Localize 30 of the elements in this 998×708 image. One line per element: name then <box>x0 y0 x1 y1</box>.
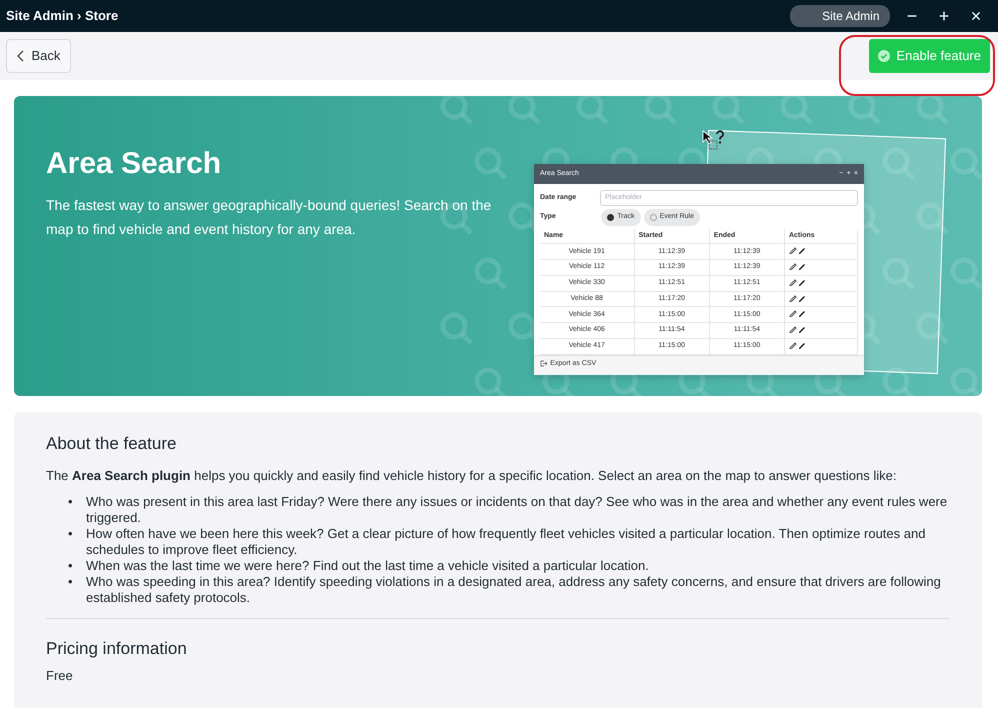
pencil-icons <box>788 247 807 254</box>
hero-description: The fastest way to answer geographically-bound queries! Search on the map to find vehicle and event history for any area. <box>46 196 492 239</box>
export-icon <box>540 360 547 368</box>
pencil-icons <box>788 326 807 334</box>
bullet-item: Who was present in this area last Friday? Were there any issues or incidents on that day? See who was in the area and whether any event rules were triggered. <box>86 494 948 526</box>
section-heading: Pricing information <box>46 638 188 660</box>
pencil-icons <box>788 310 807 318</box>
bullet-item: Who was speeding in this area? Identify speeding violations in a designated area, address any safety concerns, and ensure that drivers are following established safety protocols. <box>86 574 942 606</box>
hero-title: Area Search <box>46 146 222 182</box>
chevron-left-icon <box>17 50 25 62</box>
pencil-icons <box>788 342 807 349</box>
pencil-icons <box>788 278 807 286</box>
close-button[interactable]: × <box>960 7 992 25</box>
bullet-marker: • <box>68 558 74 574</box>
maximize-button[interactable]: + <box>928 7 960 25</box>
intro-paragraph: The Area Search plugin helps you quickly and easily find vehicle history for a specific location. Select an area on the map to answer questions like: <box>46 467 898 486</box>
minimize-button[interactable]: − <box>896 7 928 25</box>
back-button[interactable]: Back <box>6 39 72 73</box>
window-title: Site Admin › Store <box>6 7 118 26</box>
bullet-marker: • <box>68 526 74 543</box>
pencil-icons <box>788 263 807 270</box>
section-heading: About the feature <box>46 434 178 454</box>
check-circle-icon <box>878 50 890 62</box>
bullet-item: When was the last time we were here? Find out the last time a vehicle visited a particular location. <box>86 558 649 574</box>
user-menu[interactable]: Site Admin <box>790 5 890 27</box>
bullet-item: How often have we been here this week? Get a clear picture of how frequently fleet vehicles visited a particular location. Then optimize routes and schedules to improve fleet efficiency. <box>86 526 926 558</box>
bullet-marker: • <box>68 494 74 511</box>
bullet-marker: • <box>68 574 74 591</box>
pencil-icons <box>788 294 807 302</box>
price-value: Free <box>46 666 74 685</box>
